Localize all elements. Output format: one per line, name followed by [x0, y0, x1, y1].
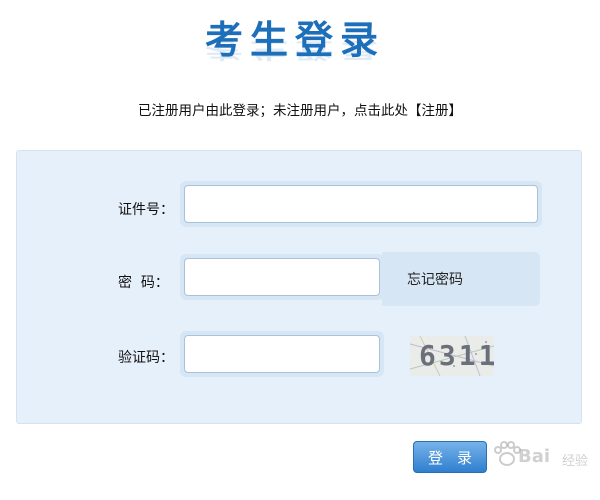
- id-number-field-wrap: [180, 181, 542, 227]
- watermark-brand: Bai: [518, 446, 551, 467]
- captcha-label: 验证码：: [118, 350, 174, 366]
- captcha-field-wrap: [180, 331, 384, 377]
- page-title-area: 考生登录 考生登录: [205, 18, 385, 88]
- watermark-brand-sub: 经验: [562, 454, 589, 469]
- login-button[interactable]: 登录: [413, 441, 487, 473]
- id-number-label: 证件号：: [118, 202, 174, 218]
- forgot-password-area: 忘记密码: [382, 252, 540, 306]
- captcha-image[interactable]: 6311: [410, 336, 494, 376]
- password-field-wrap: [180, 254, 384, 300]
- password-label: 密 码：: [118, 275, 169, 291]
- id-number-input[interactable]: [184, 185, 538, 223]
- captcha-input[interactable]: [184, 335, 380, 373]
- forgot-password-link[interactable]: 忘记密码: [407, 269, 463, 289]
- captcha-code-text: 6311: [419, 339, 494, 372]
- watermark: Bai 经验: [490, 430, 595, 476]
- page-title-reflection: 考生登录: [205, 37, 386, 62]
- password-input[interactable]: [184, 258, 380, 296]
- login-instructions: 已注册用户由此登录；未注册用户，点击此处【注册】: [138, 103, 462, 119]
